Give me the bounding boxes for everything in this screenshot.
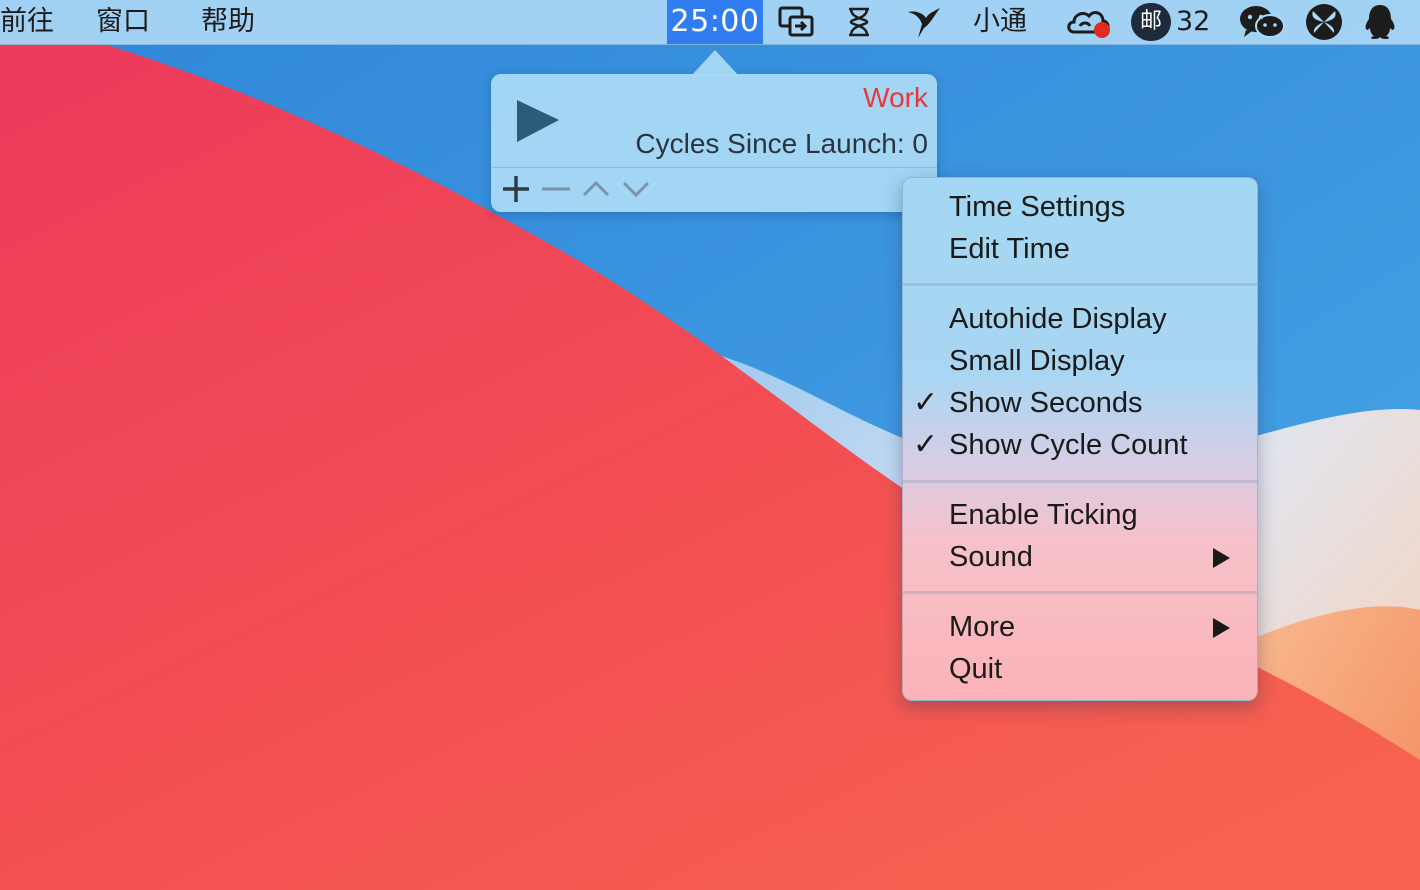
- menu-item-show-cycle-count[interactable]: ✓ Show Cycle Count: [903, 424, 1257, 466]
- popover-divider: [491, 167, 937, 168]
- timer-popover: Work Cycles Since Launch: 0: [491, 50, 937, 212]
- butterfly-icon[interactable]: [1303, 2, 1345, 42]
- menu-item-show-seconds[interactable]: ✓ Show Seconds: [903, 382, 1257, 424]
- submenu-arrow-icon: [1213, 548, 1230, 568]
- cloud-sync-icon[interactable]: [1064, 2, 1114, 42]
- menu-item-label: Edit Time: [949, 233, 1070, 265]
- menu-item-label: Quit: [949, 653, 1003, 685]
- menu-item-sound[interactable]: Sound: [903, 536, 1257, 578]
- hourglass-icon[interactable]: [842, 2, 876, 42]
- xiaotong-label[interactable]: 小通: [973, 4, 1027, 40]
- submenu-arrow-icon: [1213, 618, 1230, 638]
- bird-icon[interactable]: [900, 2, 944, 42]
- menu-window[interactable]: 窗口: [96, 4, 150, 40]
- menu-go[interactable]: 前往: [0, 4, 54, 40]
- mail-icon[interactable]: 邮: [1131, 3, 1171, 41]
- menu-item-label: Sound: [949, 541, 1033, 573]
- mode-label: Work: [863, 82, 928, 113]
- menu-item-more[interactable]: More: [903, 606, 1257, 648]
- menu-item-label: Show Cycle Count: [949, 429, 1188, 461]
- checkmark-icon: ✓: [913, 428, 939, 461]
- menu-item-label: Show Seconds: [949, 387, 1143, 419]
- minus-icon[interactable]: [539, 172, 573, 206]
- screen-share-icon[interactable]: [776, 2, 818, 42]
- menu-item-small-display[interactable]: Small Display: [903, 340, 1257, 382]
- chevron-down-icon[interactable]: [619, 172, 653, 206]
- menu-item-label: Time Settings: [949, 191, 1126, 223]
- menu-separator: [903, 480, 1257, 483]
- menu-item-label: Small Display: [949, 345, 1125, 377]
- menu-separator: [903, 591, 1257, 594]
- cycles-since-launch-label: Cycles Since Launch: 0: [635, 128, 928, 159]
- menu-bar: 前往 窗口 帮助 25:00 小通 邮 32: [0, 0, 1420, 45]
- menu-item-label: Enable Ticking: [949, 499, 1138, 531]
- context-menu: Time Settings Edit Time Autohide Display…: [902, 177, 1258, 701]
- menu-item-autohide-display[interactable]: Autohide Display: [903, 298, 1257, 340]
- wechat-icon[interactable]: [1237, 2, 1287, 42]
- checkmark-icon: ✓: [913, 386, 939, 419]
- menu-item-time-settings[interactable]: Time Settings: [903, 186, 1257, 228]
- menu-item-enable-ticking[interactable]: Enable Ticking: [903, 494, 1257, 536]
- plus-icon[interactable]: [499, 172, 533, 206]
- menu-item-label: Autohide Display: [949, 303, 1167, 335]
- play-button[interactable]: [513, 98, 561, 146]
- menu-separator: [903, 283, 1257, 286]
- pomodoro-timer-status-item[interactable]: 25:00: [667, 0, 763, 44]
- chevron-up-icon[interactable]: [579, 172, 613, 206]
- qq-penguin-icon[interactable]: [1360, 2, 1400, 42]
- popover-arrow: [691, 50, 739, 76]
- menu-item-edit-time[interactable]: Edit Time: [903, 228, 1257, 270]
- menu-item-label: More: [949, 611, 1016, 643]
- mail-count: 32: [1176, 6, 1211, 37]
- menu-item-quit[interactable]: Quit: [903, 648, 1257, 690]
- menu-help[interactable]: 帮助: [201, 4, 255, 40]
